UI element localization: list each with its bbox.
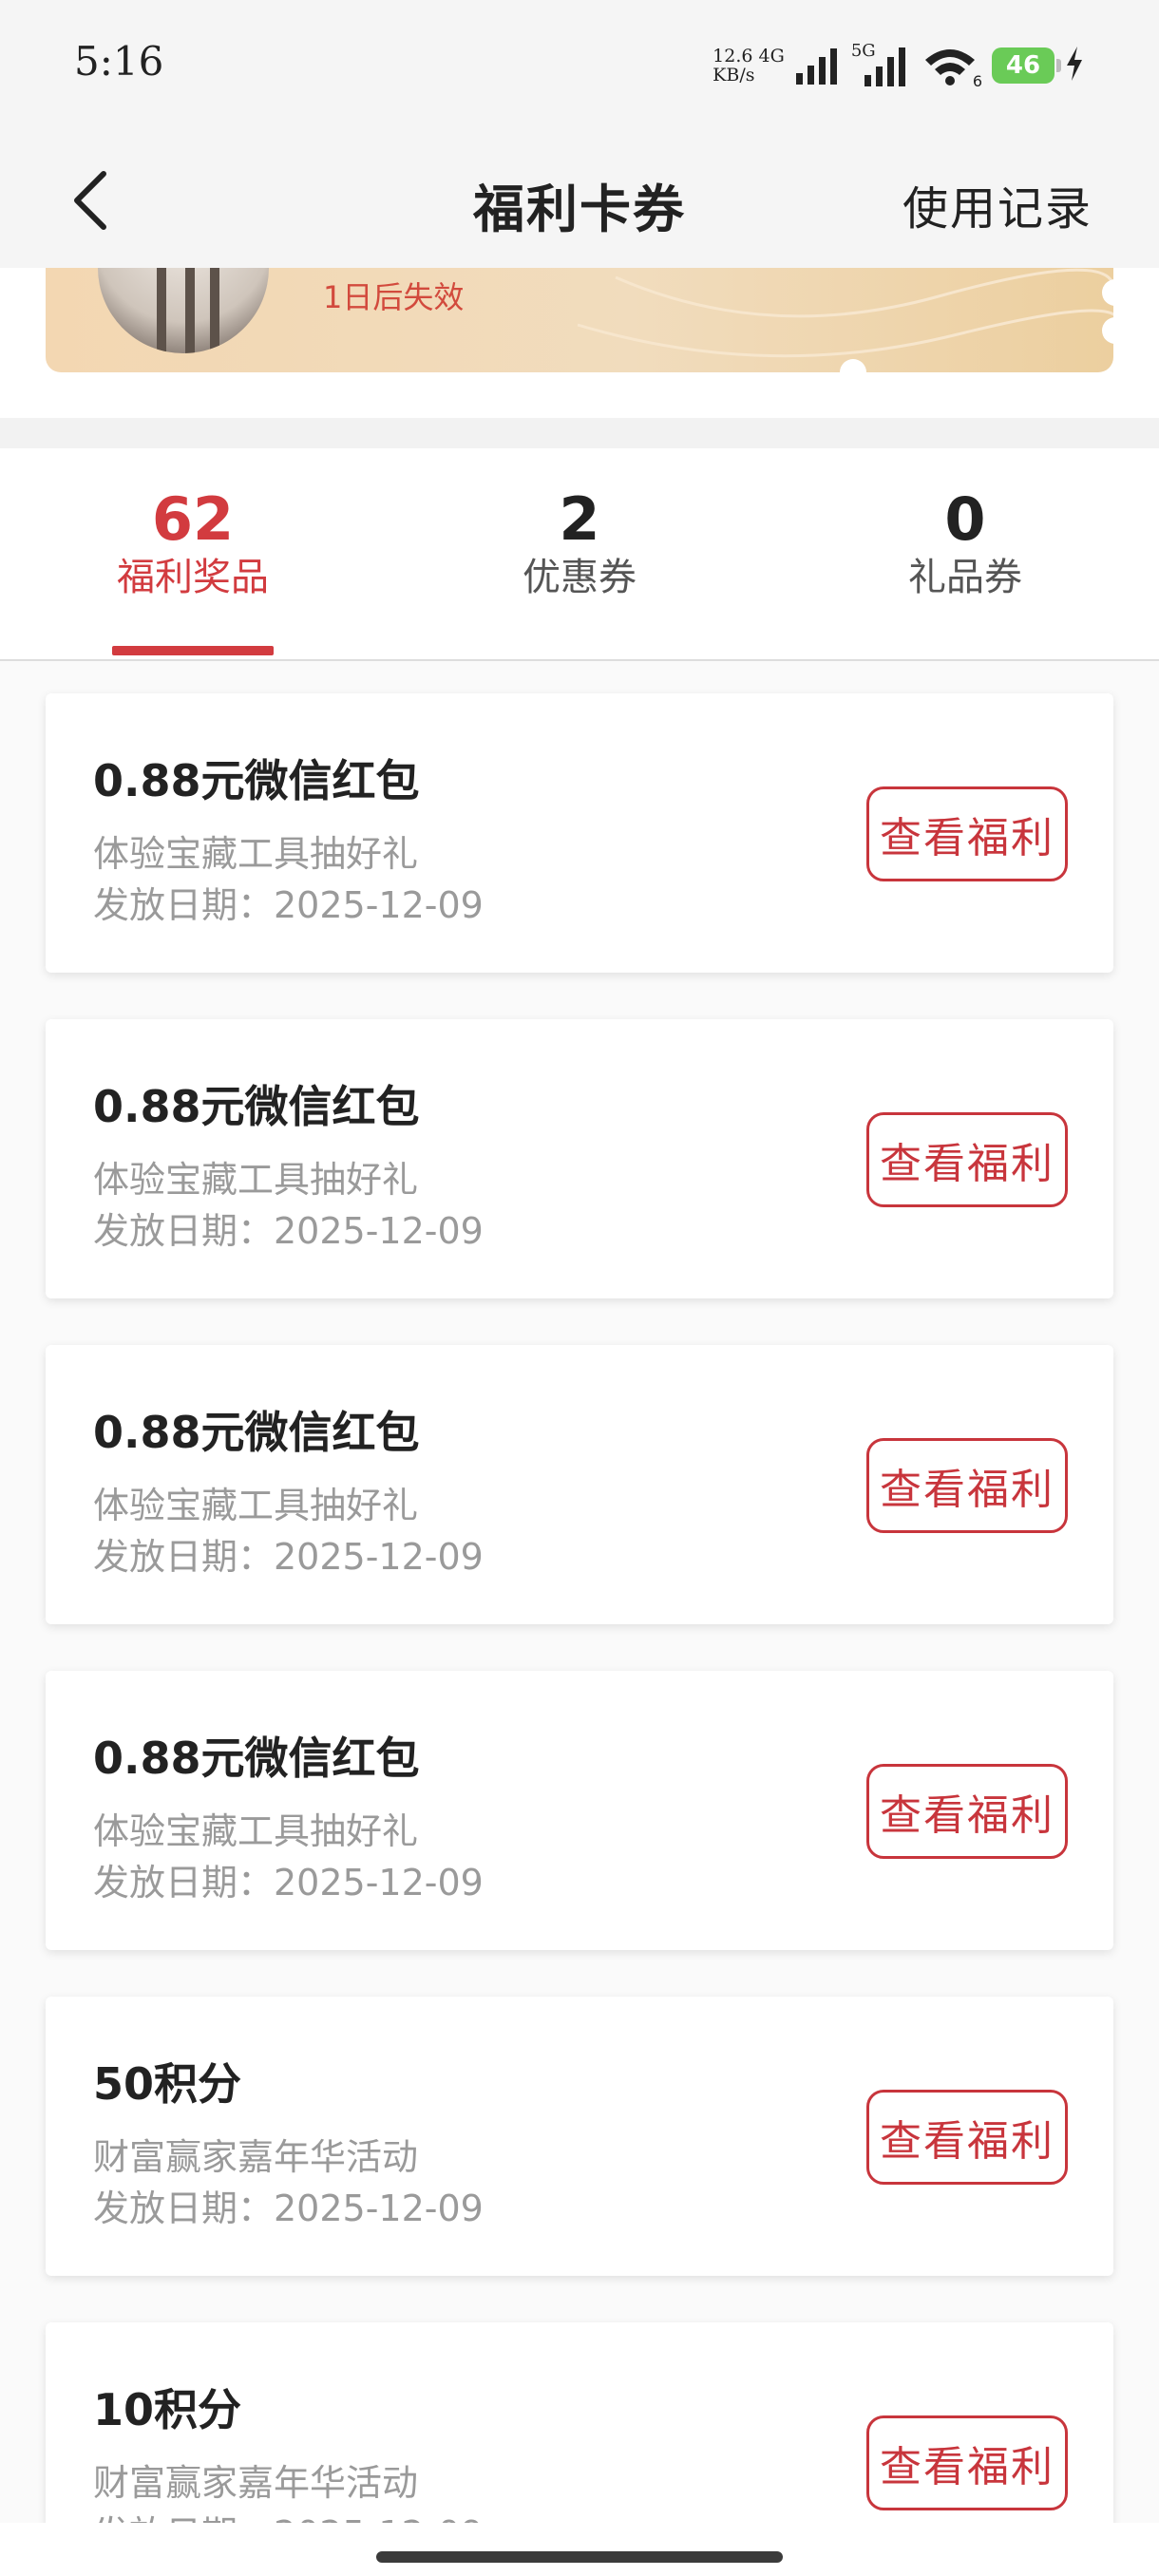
cell-signal-1-icon xyxy=(794,47,844,85)
card-date: 发放日期：2025-12-09 xyxy=(93,1862,484,1904)
card-title: 0.88元微信红包 xyxy=(93,1733,420,1784)
card-title: 0.88元微信红包 xyxy=(93,1407,420,1458)
status-time: 5:16 xyxy=(74,38,164,85)
tab-welfare-prizes[interactable]: 62 福利奖品 xyxy=(50,486,335,600)
gesture-bar-area xyxy=(0,2523,1159,2576)
battery-icon: 46 xyxy=(992,47,1061,84)
wifi-icon: 6 xyxy=(922,45,982,90)
list-item: 0.88元微信红包 体验宝藏工具抽好礼 发放日期：2025-12-09 查看福利 xyxy=(46,693,1113,973)
view-welfare-button[interactable]: 查看福利 xyxy=(866,2090,1068,2185)
active-tab-indicator xyxy=(112,646,274,655)
card-date: 发放日期：2025-12-09 xyxy=(93,1536,484,1578)
status-icons: 12.6 4G KB/s 5G 6 46 xyxy=(712,40,1085,91)
card-description: 财富赢家嘉年华活动 xyxy=(93,2136,419,2178)
list-item: 50积分 财富赢家嘉年华活动 发放日期：2025-12-09 查看福利 xyxy=(46,1997,1113,2276)
ticket-banner[interactable]: 1日后失效 xyxy=(46,268,1113,372)
card-date: 发放日期：2025-12-09 xyxy=(93,884,484,926)
view-welfare-button[interactable]: 查看福利 xyxy=(866,786,1068,881)
signal-1-label: 4G xyxy=(758,46,785,66)
tab-label: 优惠券 xyxy=(522,556,636,599)
card-date: 发放日期：2025-12-09 xyxy=(93,2188,484,2229)
tab-label: 福利奖品 xyxy=(117,556,269,599)
tab-count: 0 xyxy=(944,484,986,554)
card-description: 体验宝藏工具抽好礼 xyxy=(93,1159,419,1201)
charging-icon xyxy=(1064,45,1085,86)
battery-level: 46 xyxy=(1005,51,1041,80)
list-item: 0.88元微信红包 体验宝藏工具抽好礼 发放日期：2025-12-09 查看福利 xyxy=(46,1019,1113,1298)
list-item: 0.88元微信红包 体验宝藏工具抽好礼 发放日期：2025-12-09 查看福利 xyxy=(46,1345,1113,1624)
card-description: 体验宝藏工具抽好礼 xyxy=(93,833,419,875)
wifi-label: 6 xyxy=(972,72,982,90)
network-speed-unit: KB/s xyxy=(712,65,755,85)
tab-coupons[interactable]: 2 优惠券 xyxy=(437,486,722,600)
card-title: 50积分 xyxy=(93,2058,242,2110)
view-welfare-button[interactable]: 查看福利 xyxy=(866,1438,1068,1533)
card-description: 财富赢家嘉年华活动 xyxy=(93,2462,419,2504)
status-bar: 5:16 12.6 4G KB/s 5G 6 46 xyxy=(0,0,1159,133)
tab-count: 62 xyxy=(151,484,235,554)
card-title: 10积分 xyxy=(93,2384,242,2435)
section-divider xyxy=(0,418,1159,448)
card-description: 体验宝藏工具抽好礼 xyxy=(93,1485,419,1526)
list-item: 0.88元微信红包 体验宝藏工具抽好礼 发放日期：2025-12-09 查看福利 xyxy=(46,1671,1113,1950)
card-date: 发放日期：2025-12-09 xyxy=(93,1210,484,1252)
view-welfare-button[interactable]: 查看福利 xyxy=(866,1112,1068,1207)
tab-label: 礼品券 xyxy=(908,556,1022,599)
ticket-wave-decoration xyxy=(577,268,1113,358)
cell-signal-2-icon: 5G xyxy=(851,41,912,86)
view-welfare-button[interactable]: 查看福利 xyxy=(866,2415,1068,2510)
nav-bar: 福利卡券 使用记录 xyxy=(0,133,1159,268)
card-title: 0.88元微信红包 xyxy=(93,1081,420,1132)
network-speed-value: 12.6 xyxy=(712,46,753,66)
usage-history-link[interactable]: 使用记录 xyxy=(902,171,1092,237)
home-indicator[interactable] xyxy=(376,2551,783,2563)
card-description: 体验宝藏工具抽好礼 xyxy=(93,1810,419,1852)
signal-2-label: 5G xyxy=(850,41,876,61)
tab-count: 2 xyxy=(559,484,600,554)
list-item: 10积分 财富赢家嘉年华活动 发放日期：2025-12-09 查看福利 xyxy=(46,2322,1113,2523)
view-welfare-button[interactable]: 查看福利 xyxy=(866,1764,1068,1859)
welfare-list[interactable]: 0.88元微信红包 体验宝藏工具抽好礼 发放日期：2025-12-09 查看福利… xyxy=(0,661,1159,2523)
tab-bar: 62 福利奖品 2 优惠券 0 礼品券 xyxy=(0,448,1159,661)
tab-gift-vouchers[interactable]: 0 礼品券 xyxy=(823,486,1108,600)
card-date: 发放日期：2025-12-09 xyxy=(93,2505,484,2523)
card-title: 0.88元微信红包 xyxy=(93,755,420,806)
network-speed: 12.6 4G KB/s xyxy=(712,47,785,85)
